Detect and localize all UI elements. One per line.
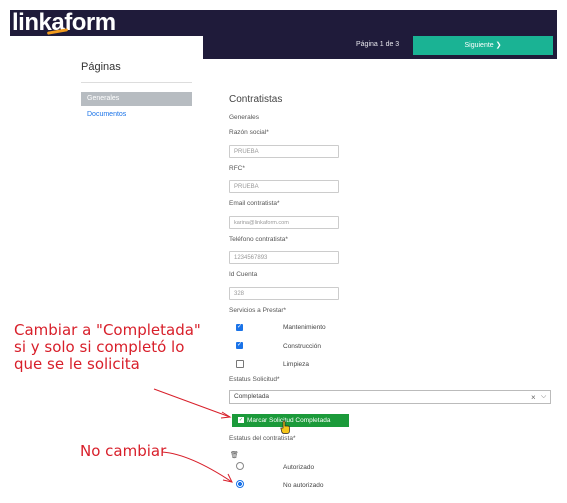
construccion-checkbox[interactable]: ✓ xyxy=(236,342,243,349)
mantenimiento-checkbox[interactable]: ✓ xyxy=(236,324,243,331)
form-title: Contratistas xyxy=(229,94,283,105)
estatus-solicitud-label: Estatus Solicitud* xyxy=(229,376,280,383)
rfc-input[interactable]: PRUEBA xyxy=(229,180,339,193)
note-1-line-3: que se le solicita xyxy=(14,355,140,373)
sidebar-divider xyxy=(81,82,192,83)
razon-social-label: Razón social* xyxy=(229,129,269,136)
annotation-arrow-2 xyxy=(161,451,233,483)
sidebar-item-documentos[interactable]: Documentos xyxy=(87,111,126,118)
clear-icon[interactable]: × xyxy=(531,393,536,402)
no-autorizado-label: No autorizado xyxy=(283,482,324,489)
note-1-line-2: si y solo si completó lo xyxy=(14,338,185,356)
autorizado-label: Autorizado xyxy=(283,464,315,471)
servicios-label: Servicios a Prestar* xyxy=(229,307,287,314)
id-cuenta-label: Id Cuenta xyxy=(229,271,258,278)
email-input[interactable]: karina@linkaform.com xyxy=(229,216,339,229)
razon-social-input[interactable]: PRUEBA xyxy=(229,145,339,158)
email-label: Email contratista* xyxy=(229,200,280,207)
annotation-note-1: Cambiar a "Completada" si y solo si comp… xyxy=(14,322,201,373)
estatus-contratista-label: Estatus del contratista* xyxy=(229,435,296,442)
telefono-input[interactable]: 1234567893 xyxy=(229,251,339,264)
note-1-line-1: Cambiar a "Completada" xyxy=(14,321,201,339)
section-label: Generales xyxy=(229,114,259,121)
annotation-arrow-1 xyxy=(153,388,232,419)
chevron-right-icon: ❯ xyxy=(495,42,502,49)
linkaform-logo[interactable]: linkaform xyxy=(12,10,116,36)
rfc-label: RFC* xyxy=(229,165,245,172)
mark-completed-button[interactable]: ✓ Marcar Solicitud Completada xyxy=(232,414,349,427)
limpieza-label: Limpieza xyxy=(283,361,310,368)
id-cuenta-input[interactable]: 328 xyxy=(229,287,339,300)
next-button-label: Siguiente xyxy=(464,42,494,49)
limpieza-checkbox[interactable]: ✓ xyxy=(236,360,244,368)
annotation-note-2: No cambiar xyxy=(80,442,167,460)
construccion-label: Construcción xyxy=(283,343,321,350)
sidebar-title: Páginas xyxy=(81,61,121,73)
mantenimiento-label: Mantenimiento xyxy=(283,324,326,331)
page-indicator: Página 1 de 3 xyxy=(356,41,400,48)
estatus-solicitud-select[interactable]: Completada xyxy=(229,390,551,404)
hand-cursor-icon xyxy=(280,420,290,434)
chevron-down-icon[interactable]: ⌵ xyxy=(541,393,546,401)
next-page-button[interactable]: Siguiente ❯ xyxy=(413,36,553,55)
telefono-label: Teléfono contratista* xyxy=(229,236,288,243)
sidebar-item-generales[interactable]: Generales xyxy=(81,92,192,106)
